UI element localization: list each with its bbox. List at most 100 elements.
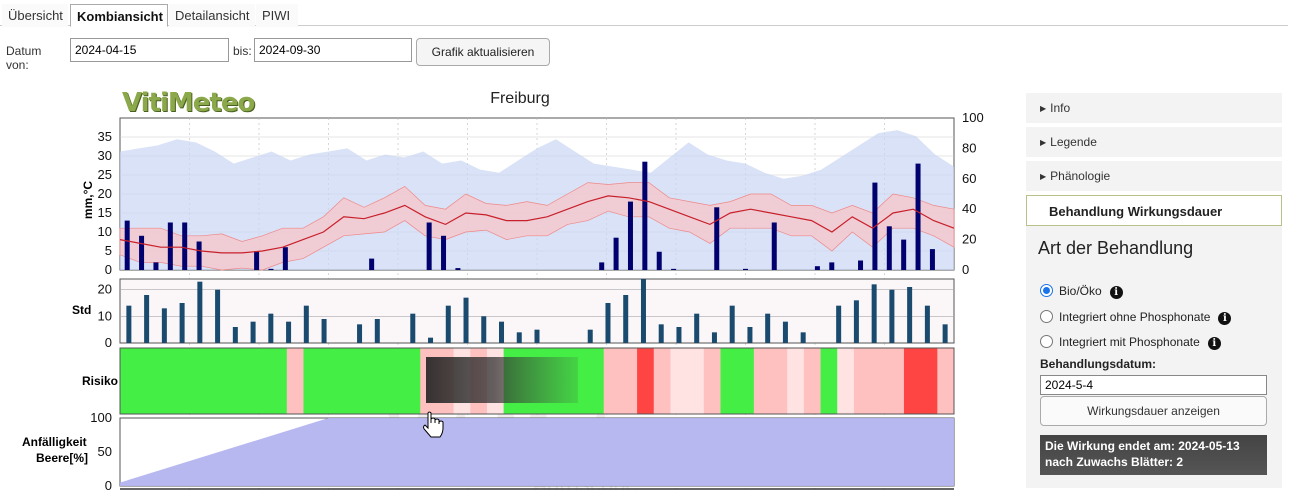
radio-selected[interactable] [1040, 284, 1053, 297]
precip-bar [182, 222, 188, 270]
precip-bar [642, 161, 648, 270]
option-integriert-ohne[interactable]: Integriert ohne Phosphonate i [1040, 310, 1232, 326]
precip-bar [124, 220, 130, 270]
ylabel-anfaelligkeit: Anfälligkeit [22, 435, 87, 449]
treatment-effect-overlay [426, 357, 578, 403]
hours-bar [747, 327, 753, 343]
y-tick-label: 20 [98, 186, 112, 201]
precip-bar [282, 247, 288, 270]
info-icon[interactable]: i [1207, 337, 1221, 350]
treatment-date-input[interactable] [1040, 375, 1267, 395]
treatment-date-label: Behandlungsdatum: [1040, 357, 1156, 371]
risk-cell [303, 348, 321, 414]
option-bio-oeko[interactable]: Bio/Öko i [1040, 284, 1123, 300]
risk-cell [720, 348, 738, 414]
show-duration-button[interactable]: Wirkungsdauer anzeigen [1040, 396, 1267, 426]
risk-cell [203, 348, 221, 414]
ylabel-risiko: Risiko [82, 374, 118, 388]
hours-bar [853, 300, 859, 343]
hours-bar [303, 305, 309, 343]
hours-bar [410, 313, 416, 343]
hours-bar [428, 337, 434, 343]
hours-bar [499, 321, 505, 343]
ylabel-beere: Beere[%] [36, 451, 88, 465]
hours-bar [782, 321, 788, 343]
hours-bar [445, 305, 451, 343]
risk-cell [787, 348, 805, 414]
hours-bar [321, 319, 327, 343]
hours-bar [729, 305, 735, 343]
precip-bar [656, 251, 662, 270]
info-icon[interactable]: i [1218, 312, 1232, 325]
precip-bar [441, 235, 447, 270]
risk-cell [887, 348, 905, 414]
precip-bar [167, 222, 173, 270]
precip-bar [929, 249, 935, 270]
info-icon[interactable]: i [1109, 286, 1123, 299]
risk-cell [170, 348, 188, 414]
risk-cell [587, 348, 605, 414]
risk-cell [903, 348, 922, 414]
y-tick-label: 5 [105, 243, 112, 258]
risk-cell [820, 348, 838, 414]
hours-bar [605, 303, 611, 343]
risk-cell [837, 348, 855, 414]
y-tick-label: 10 [98, 308, 112, 323]
precip-bar [426, 222, 432, 270]
risk-cell [920, 348, 938, 414]
accordion-phaenologie[interactable]: ▶ Phänologie [1026, 161, 1282, 191]
hours-bar [534, 329, 540, 343]
precip-bar [901, 239, 907, 270]
accordion-behandlung[interactable]: Behandlung Wirkungsdauer [1026, 195, 1282, 226]
y-tick-label: 0 [105, 335, 112, 350]
precip-bar [671, 268, 677, 270]
risk-cell [120, 348, 138, 414]
hours-bar [481, 316, 487, 343]
hours-bar [907, 287, 913, 343]
result-leaves: nach Zuwachs Blätter: 2 [1045, 455, 1184, 469]
panel-title: Art der Behandlung [1038, 238, 1194, 258]
risk-cell [236, 348, 254, 414]
hours-bar [516, 332, 522, 343]
risk-cell [770, 348, 788, 414]
radio-unselected[interactable] [1040, 335, 1053, 348]
risk-cell [403, 348, 421, 414]
precip-bar [858, 260, 864, 270]
hours-bar [286, 321, 292, 343]
y-tick-label: 0 [105, 262, 112, 277]
risk-cell [270, 348, 288, 414]
hours-bar [232, 327, 238, 343]
hours-bar [144, 295, 150, 343]
option-integriert-mit[interactable]: Integriert mit Phosphonate i [1040, 335, 1221, 351]
y2-tick-label: 100 [962, 110, 984, 125]
hours-bar [871, 284, 877, 343]
risk-cell [937, 348, 955, 414]
caret-right-icon: ▶ [1040, 172, 1047, 181]
y-tick-label: 10 [98, 224, 112, 239]
risk-cell [336, 348, 355, 414]
caret-right-icon: ▶ [1040, 104, 1047, 113]
accordion-legende[interactable]: ▶ Legende [1026, 127, 1282, 157]
precip-bar [915, 163, 921, 270]
y2-tick-label: 80 [962, 140, 976, 155]
radio-unselected[interactable] [1040, 310, 1053, 323]
precip-bar [455, 268, 461, 270]
precip-bar [139, 235, 145, 270]
hours-bar [711, 332, 717, 343]
risk-cell [370, 348, 388, 414]
y-tick-label: 25 [98, 167, 112, 182]
hours-bar [676, 327, 682, 343]
risk-cell [320, 348, 338, 414]
precip-bar [714, 207, 720, 270]
hours-bar [374, 319, 380, 343]
risk-cell [186, 348, 204, 414]
risk-cell [670, 348, 688, 414]
accordion-info[interactable]: ▶ Info [1026, 93, 1282, 123]
y2-tick-label: 60 [962, 171, 976, 186]
weather-chart: VitiMeteo Agroscope 05101520253035020406… [22, 110, 1000, 490]
y2-tick-label: 20 [962, 232, 976, 247]
hours-bar [268, 313, 274, 343]
risk-cell [803, 348, 822, 414]
hours-bar [765, 313, 771, 343]
risk-cell [220, 348, 238, 414]
